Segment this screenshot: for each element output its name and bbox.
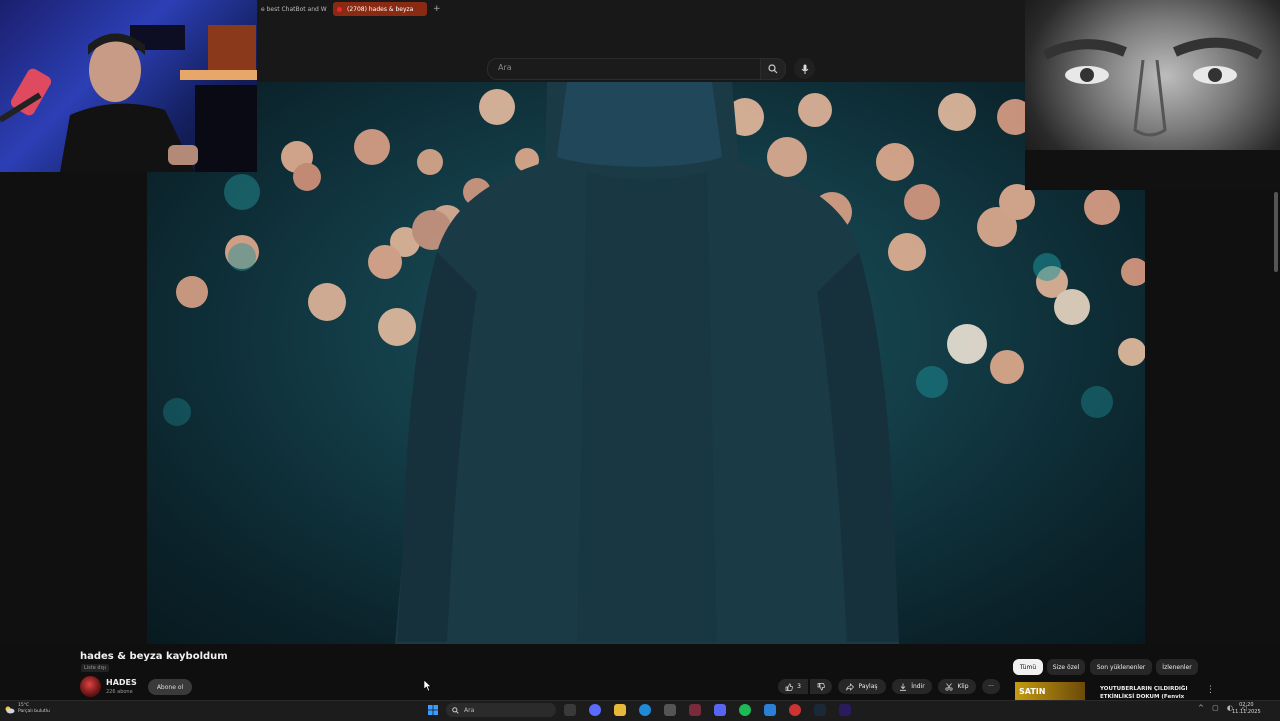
share-button[interactable]: Paylaş [838,679,886,694]
search-button[interactable] [760,58,786,80]
more-actions-button[interactable]: ··· [982,679,1000,694]
share-icon [846,682,855,691]
taskbar-search[interactable]: Ara [446,703,556,717]
chip-for-you[interactable]: Size özel [1047,659,1085,675]
voice-search-button[interactable] [794,58,815,79]
tab-chatbot[interactable]: e best ChatBot and W [257,2,329,16]
audio-playing-icon [337,6,342,12]
clock-time: 02:20 [1239,702,1254,708]
recommended-video-title[interactable]: YOUTUBERLARIN ÇILDIRDIĞI ETKİNLİKSİ DOKU… [1100,685,1200,701]
thumbs-down-icon [817,682,825,691]
search-input[interactable]: Ara [487,58,761,80]
copilot-icon[interactable] [589,704,601,716]
chip-all[interactable]: Tümü [1013,659,1043,675]
channel-name[interactable]: HADES [106,678,137,687]
spotify-icon[interactable] [739,704,751,716]
tab-label: (2708) hades & beyza [347,5,414,13]
weather-description: Parçalı bulutlu [18,709,50,714]
clip-label: Klip [957,683,969,690]
task-view-icon[interactable] [564,704,576,716]
video-player[interactable] [147,82,1145,644]
steam-icon[interactable] [814,704,826,716]
microphone-icon [801,64,808,74]
dislike-button[interactable] [810,679,832,694]
video-title: hades & beyza kayboldum [80,651,228,662]
chip-recent-uploads[interactable]: Son yüklenenler [1090,659,1152,675]
thumbs-up-icon [785,682,793,691]
taskbar-clock[interactable]: 02:20 11.11.2025 [1232,702,1261,716]
discord-icon[interactable] [714,704,726,716]
opera-gx-icon[interactable] [689,704,701,716]
more-horizontal-icon: ··· [988,683,994,690]
subscribe-button[interactable]: Abone ol [148,679,192,695]
tab-hades-beyza[interactable]: (2708) hades & beyza [333,2,427,16]
scissors-icon [945,682,954,691]
premiere-pro-icon[interactable] [839,704,851,716]
edge-browser-icon[interactable] [639,704,651,716]
chip-watched[interactable]: İzlenenler [1156,659,1198,675]
download-icon [900,683,907,691]
clock-date: 11.11.2025 [1232,709,1261,715]
search-placeholder: Ara [498,63,512,72]
file-explorer-icon[interactable] [614,704,626,716]
page-scrollbar[interactable] [1274,192,1278,272]
ad-brand: SATIN [1019,686,1046,696]
new-tab-plus-icon[interactable]: + [433,4,441,14]
taskbar-search-label: Ara [464,706,475,714]
windows-start-icon[interactable] [428,705,438,715]
cloud-icon [5,706,15,713]
app-icon[interactable] [764,704,776,716]
obs-icon[interactable] [789,704,801,716]
download-button[interactable]: İndir [892,679,932,694]
like-button[interactable]: 3 [778,679,808,694]
tab-strip: e best ChatBot and W (2708) hades & beyz… [257,0,441,18]
store-icon[interactable] [664,704,676,716]
search-icon [452,706,459,714]
clip-button[interactable]: Klip [938,679,976,694]
video-frame-hooded-figure [163,82,1145,644]
unlisted-badge: Liste dışı [81,664,109,672]
streamer-webcam-image [0,25,257,172]
channel-avatar[interactable] [80,676,101,697]
webcam-overlay-streamer [0,0,257,172]
search-icon [768,64,778,74]
more-vertical-icon[interactable]: ⋮ [1206,685,1215,695]
close-up-eyes-image [1025,37,1280,190]
subscriber-count: 226 abone [106,689,133,695]
download-label: İndir [911,683,925,690]
tab-label: e best ChatBot and W [261,5,327,13]
weather-widget[interactable]: 15°C Parçalı bulutlu [4,703,50,715]
face-reaction-overlay [1025,0,1280,190]
share-label: Paylaş [858,683,878,690]
sponsored-thumbnail[interactable]: SATIN [1015,682,1085,700]
mouse-cursor-icon [424,680,432,692]
like-count: 3 [797,683,801,690]
